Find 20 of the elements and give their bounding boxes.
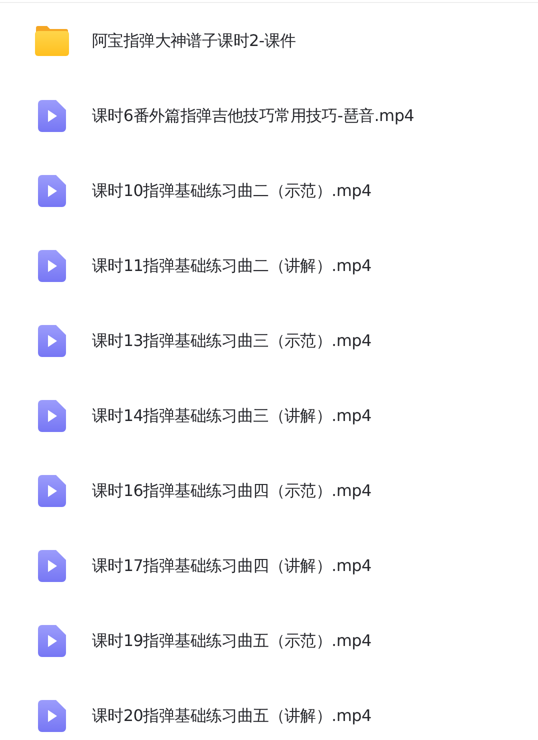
file-name[interactable]: 课时16指弹基础练习曲四（示范）.mp4 — [92, 478, 372, 502]
video-file-icon — [38, 550, 66, 582]
video-file-icon — [38, 400, 66, 432]
file-name[interactable]: 课时17指弹基础练习曲四（讲解）.mp4 — [92, 554, 372, 578]
file-name[interactable]: 课时20指弹基础练习曲五（讲解）.mp4 — [92, 704, 372, 728]
file-name[interactable]: 课时19指弹基础练习曲五（示范）.mp4 — [92, 628, 372, 652]
folder-name[interactable]: 阿宝指弹大神谱子课时2-课件 — [92, 28, 296, 52]
folder-icon — [34, 24, 70, 56]
file-name[interactable]: 课时10指弹基础练习曲二（示范）.mp4 — [92, 178, 372, 202]
video-file-icon — [38, 474, 66, 506]
video-file-icon — [38, 624, 66, 656]
file-name[interactable]: 课时6番外篇指弹吉他技巧常用技巧-琶音.mp4 — [92, 104, 414, 128]
file-name[interactable]: 课时13指弹基础练习曲三（示范）.mp4 — [92, 328, 372, 352]
video-file-icon — [38, 324, 66, 356]
video-file-icon — [38, 700, 66, 732]
file-name[interactable]: 课时14指弹基础练习曲三（讲解）.mp4 — [92, 404, 372, 428]
file-name[interactable]: 课时11指弹基础练习曲二（讲解）.mp4 — [92, 254, 372, 278]
video-file-icon — [38, 174, 66, 206]
video-file-icon — [38, 100, 66, 132]
video-file-icon — [38, 250, 66, 282]
